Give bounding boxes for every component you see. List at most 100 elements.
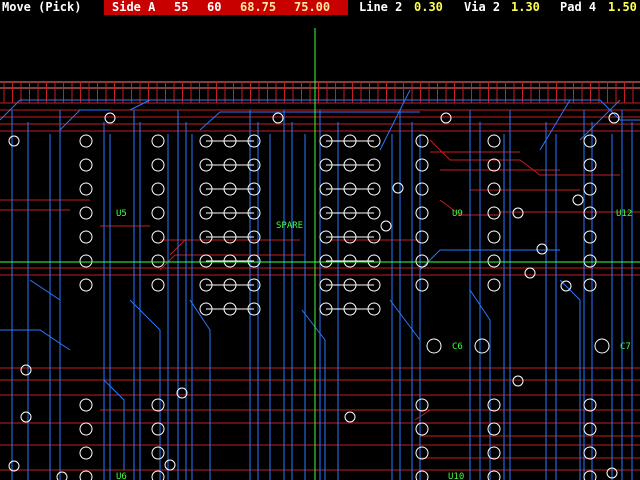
pad xyxy=(151,470,165,480)
via xyxy=(572,194,584,206)
component-label: U6 xyxy=(116,472,127,480)
pad xyxy=(79,278,93,292)
pad xyxy=(79,182,93,196)
pad xyxy=(487,134,501,148)
coord-d: 75.00 xyxy=(294,0,331,14)
pad xyxy=(583,398,597,412)
via-label: Via 2 xyxy=(464,0,501,14)
blue-trace xyxy=(579,99,621,141)
pad xyxy=(415,182,429,196)
pad xyxy=(415,470,429,480)
pad-layer xyxy=(8,112,620,480)
pad xyxy=(487,158,501,172)
blue-trace xyxy=(103,200,125,470)
pad xyxy=(415,206,429,220)
pad xyxy=(151,206,165,220)
pad xyxy=(151,230,165,244)
pad xyxy=(487,254,501,268)
status-bar: Move (Pick) Side A 55 60 68.75 75.00 Lin… xyxy=(0,0,640,15)
pad xyxy=(151,278,165,292)
pad xyxy=(415,278,429,292)
mode-indicator: Move (Pick) xyxy=(2,0,82,14)
via xyxy=(20,364,32,376)
pad xyxy=(151,158,165,172)
pad-label: Pad 4 xyxy=(560,0,597,14)
blue-trace xyxy=(59,109,110,131)
pad xyxy=(79,254,93,268)
pad xyxy=(79,446,93,460)
via xyxy=(440,112,452,124)
pad xyxy=(415,134,429,148)
component-label: U10 xyxy=(448,472,464,480)
via xyxy=(8,135,20,147)
red-trace xyxy=(169,239,300,256)
component-label: SPARE xyxy=(276,221,303,231)
pad xyxy=(583,206,597,220)
pad xyxy=(583,134,597,148)
pad xyxy=(151,182,165,196)
pad xyxy=(415,158,429,172)
blue-trace xyxy=(199,111,420,131)
pad xyxy=(151,398,165,412)
coord-c: 68.75 xyxy=(240,0,277,14)
pad xyxy=(151,254,165,268)
pad xyxy=(487,206,501,220)
pad xyxy=(583,158,597,172)
pad xyxy=(415,446,429,460)
via xyxy=(344,411,356,423)
via xyxy=(20,411,32,423)
pad xyxy=(583,230,597,244)
via xyxy=(380,220,392,232)
blue-trace xyxy=(189,299,211,480)
pad xyxy=(487,230,501,244)
pad xyxy=(79,158,93,172)
pad xyxy=(79,230,93,244)
pad xyxy=(583,254,597,268)
pad xyxy=(583,182,597,196)
component-label: U5 xyxy=(116,209,127,219)
via xyxy=(426,338,442,354)
component-label: U9 xyxy=(452,209,463,219)
via xyxy=(272,112,284,124)
pad xyxy=(583,278,597,292)
red-trace xyxy=(414,409,431,421)
pad-value: 1.50 xyxy=(608,0,637,14)
pad xyxy=(79,422,93,436)
pad xyxy=(151,134,165,148)
blue-trace xyxy=(539,99,571,151)
pad xyxy=(415,422,429,436)
coord-b: 60 xyxy=(207,0,222,14)
pad xyxy=(79,398,93,412)
via xyxy=(512,375,524,387)
pad xyxy=(151,422,165,436)
pad xyxy=(583,470,597,480)
line-value: 0.30 xyxy=(414,0,443,14)
pcb-canvas[interactable]: U5 SPARE U9 U12 C6 C7 U6 U10 xyxy=(0,15,640,480)
pad xyxy=(487,278,501,292)
component-label: C6 xyxy=(452,342,463,352)
pad xyxy=(415,398,429,412)
component-label: U12 xyxy=(616,209,632,219)
side-coordinates: Side A 55 60 68.75 75.00 xyxy=(104,0,348,15)
pad xyxy=(415,254,429,268)
via xyxy=(56,471,68,480)
via xyxy=(392,182,404,194)
via-value: 1.30 xyxy=(511,0,540,14)
via xyxy=(474,338,490,354)
pad xyxy=(79,470,93,480)
side-label: Side A xyxy=(112,0,156,14)
pad xyxy=(79,206,93,220)
pad xyxy=(79,134,93,148)
via xyxy=(512,207,524,219)
pad xyxy=(487,182,501,196)
via xyxy=(524,267,536,279)
pad xyxy=(583,422,597,436)
pad xyxy=(151,446,165,460)
coord-a: 55 xyxy=(174,0,189,14)
via xyxy=(594,338,610,354)
pad xyxy=(583,446,597,460)
line-label: Line 2 xyxy=(359,0,403,14)
component-label: C7 xyxy=(620,342,631,352)
pad xyxy=(415,230,429,244)
via xyxy=(164,459,176,471)
